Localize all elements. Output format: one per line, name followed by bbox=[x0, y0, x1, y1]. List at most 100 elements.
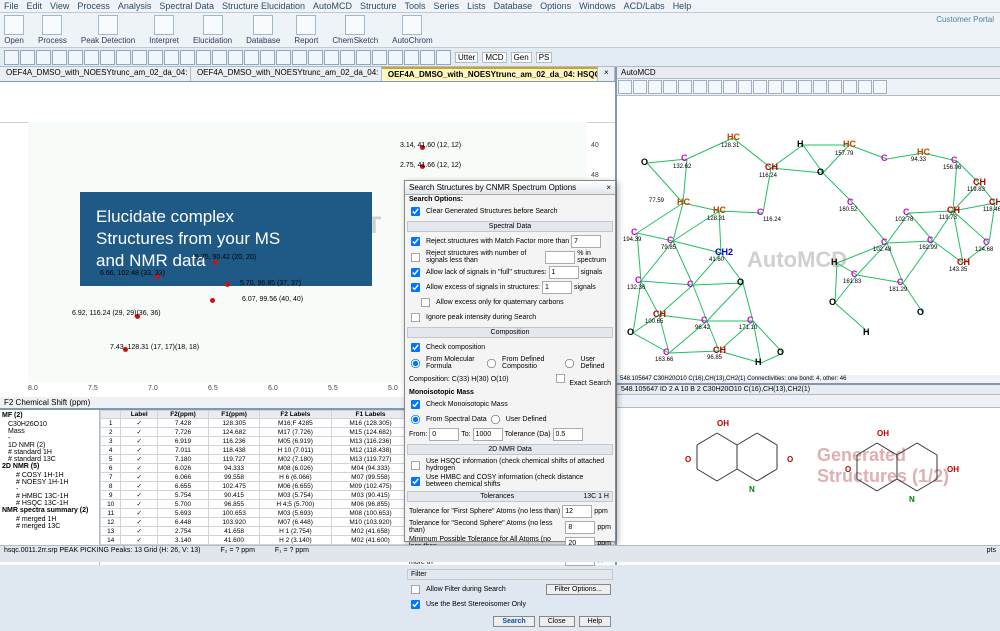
atom-node: O bbox=[627, 327, 634, 337]
tool-16[interactable] bbox=[260, 50, 275, 65]
pill-mcd[interactable]: MCD bbox=[482, 52, 506, 63]
tool-9[interactable] bbox=[148, 50, 163, 65]
tool-24[interactable] bbox=[388, 50, 403, 65]
ribbon-peak-detection[interactable]: Peak Detection bbox=[81, 15, 135, 45]
menu-process[interactable]: Process bbox=[77, 1, 110, 11]
shift-label: 163.66 bbox=[655, 357, 673, 363]
tool-22[interactable] bbox=[356, 50, 371, 65]
shift-label: 156.06 bbox=[943, 165, 961, 171]
ribbon-autochrom[interactable]: AutoChrom bbox=[392, 15, 432, 45]
help-button[interactable]: Help bbox=[579, 616, 611, 627]
menu-series[interactable]: Series bbox=[434, 1, 460, 11]
tool-7[interactable] bbox=[116, 50, 131, 65]
atom-node: H bbox=[755, 357, 762, 367]
mol-atom: OH bbox=[717, 419, 729, 428]
menu-analysis[interactable]: Analysis bbox=[118, 1, 152, 11]
menu-automcd[interactable]: AutoMCD bbox=[313, 1, 352, 11]
atom-node: C bbox=[663, 347, 670, 357]
tool-6[interactable] bbox=[100, 50, 115, 65]
tool-2[interactable] bbox=[36, 50, 51, 65]
tool-10[interactable] bbox=[164, 50, 179, 65]
cb-clear[interactable] bbox=[411, 207, 420, 216]
ribbon-chemsketch[interactable]: ChemSketch bbox=[332, 15, 378, 45]
spectrum-tab-1[interactable]: OEF4A_DMSO_with_NOESYtrunc_am_02_da_04: … bbox=[191, 67, 382, 81]
atom-node: H bbox=[797, 139, 804, 149]
tool-4[interactable] bbox=[68, 50, 83, 65]
menu-edit[interactable]: Edit bbox=[27, 1, 43, 11]
atom-node: O bbox=[917, 307, 924, 317]
tool-25[interactable] bbox=[404, 50, 419, 65]
spectrum-tab-0[interactable]: OEF4A_DMSO_with_NOESYtrunc_am_02_da_04: … bbox=[0, 67, 191, 81]
shift-label: 77.59 bbox=[649, 198, 664, 204]
tool-11[interactable] bbox=[180, 50, 195, 65]
pill-utter[interactable]: Utter bbox=[455, 52, 478, 63]
tool-20[interactable] bbox=[324, 50, 339, 65]
menu-help[interactable]: Help bbox=[673, 1, 692, 11]
mol-atom: O bbox=[787, 455, 793, 464]
ribbon-elucidation[interactable]: Elucidation bbox=[193, 15, 232, 45]
shift-label: 160.52 bbox=[839, 207, 857, 213]
tool-21[interactable] bbox=[340, 50, 355, 65]
tool-1[interactable] bbox=[20, 50, 35, 65]
automcd-panel[interactable]: AutoMCD AutoMCD HC128.31C132.62CH116.24O… bbox=[617, 67, 1000, 383]
tool-14[interactable] bbox=[228, 50, 243, 65]
search-button[interactable]: Search bbox=[493, 616, 534, 627]
generated-structures-panel[interactable]: 548.105647 ID 2 A 10 B 2 C30H20O10 C(16)… bbox=[617, 383, 1000, 565]
shift-label: 119.83 bbox=[967, 187, 985, 193]
menu-database[interactable]: Database bbox=[494, 1, 533, 11]
ribbon-database[interactable]: Database bbox=[246, 15, 280, 45]
tool-18[interactable] bbox=[292, 50, 307, 65]
shift-label: 162.99 bbox=[919, 245, 937, 251]
shift-label: 124.68 bbox=[975, 247, 993, 253]
menu-lists[interactable]: Lists bbox=[467, 1, 486, 11]
ribbon-process[interactable]: Process bbox=[38, 15, 67, 45]
atom-node: HC bbox=[713, 205, 726, 215]
pill-ps[interactable]: PS bbox=[536, 52, 553, 63]
atom-node: H bbox=[831, 257, 838, 267]
mol-atom: N bbox=[749, 485, 755, 494]
close-button[interactable]: Close bbox=[539, 616, 575, 627]
menu-windows[interactable]: Windows bbox=[579, 1, 616, 11]
menu-file[interactable]: File bbox=[4, 1, 19, 11]
atom-node: O bbox=[737, 277, 744, 287]
tab-close-icon[interactable]: × bbox=[598, 67, 615, 81]
tool-19[interactable] bbox=[308, 50, 323, 65]
tool-13[interactable] bbox=[212, 50, 227, 65]
filter-options-button[interactable]: Filter Options... bbox=[546, 584, 611, 595]
close-icon[interactable]: × bbox=[606, 183, 611, 192]
tool-0[interactable] bbox=[4, 50, 19, 65]
spectrum-tab-2[interactable]: OEF4A_DMSO_with_NOESYtrunc_am_02_da_04: … bbox=[382, 67, 598, 81]
tool-8[interactable] bbox=[132, 50, 147, 65]
tool-5[interactable] bbox=[84, 50, 99, 65]
tool-27[interactable] bbox=[436, 50, 451, 65]
data-tree[interactable]: MF (2)C30H26O10Mass-1D NMR (2)# standard… bbox=[0, 410, 100, 565]
tool-12[interactable] bbox=[196, 50, 211, 65]
tool-26[interactable] bbox=[420, 50, 435, 65]
tool-23[interactable] bbox=[372, 50, 387, 65]
peak-marker[interactable] bbox=[225, 282, 230, 287]
search-structures-dialog[interactable]: Search Structures by CNMR Spectrum Optio… bbox=[404, 180, 616, 542]
tool-3[interactable] bbox=[52, 50, 67, 65]
shift-label: 161.83 bbox=[843, 279, 861, 285]
shift-label: 94.33 bbox=[911, 157, 926, 163]
menu-acd/labs[interactable]: ACD/Labs bbox=[624, 1, 665, 11]
peak-marker[interactable] bbox=[210, 298, 215, 303]
menu-view[interactable]: View bbox=[50, 1, 69, 11]
peak-label: 5.75, 90.42 (20, 20) bbox=[195, 254, 256, 261]
menu-spectral data[interactable]: Spectral Data bbox=[159, 1, 214, 11]
tool-15[interactable] bbox=[244, 50, 259, 65]
menu-structure[interactable]: Structure bbox=[360, 1, 397, 11]
tool-17[interactable] bbox=[276, 50, 291, 65]
ribbon-interpret[interactable]: Interpret bbox=[149, 15, 179, 45]
atom-node: C bbox=[631, 227, 638, 237]
atom-node: C bbox=[983, 237, 990, 247]
spectrum-tab-bar: OEF4A_DMSO_with_NOESYtrunc_am_02_da_04: … bbox=[0, 67, 615, 82]
menu-structure elucidation[interactable]: Structure Elucidation bbox=[222, 1, 305, 11]
mol-atom: OH bbox=[947, 465, 959, 474]
pill-gen[interactable]: Gen bbox=[511, 52, 532, 63]
menu-options[interactable]: Options bbox=[540, 1, 571, 11]
peak-label: 6.07, 99.56 (40, 40) bbox=[242, 296, 303, 303]
menu-tools[interactable]: Tools bbox=[405, 1, 426, 11]
ribbon-open[interactable]: Open bbox=[4, 15, 24, 45]
ribbon-report[interactable]: Report bbox=[294, 15, 318, 45]
